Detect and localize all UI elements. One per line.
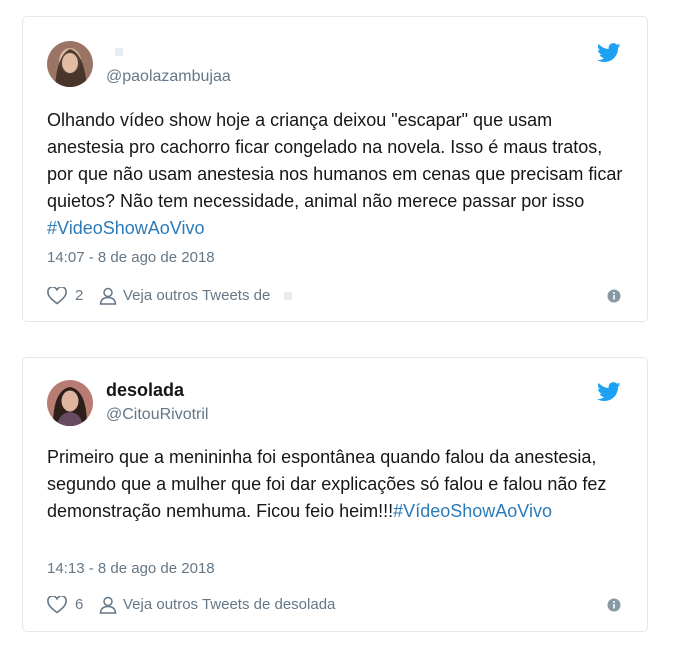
- person-icon[interactable]: [99, 596, 117, 614]
- user-handle[interactable]: @CitouRivotril: [106, 406, 208, 424]
- more-tweets-label: Veja outros Tweets de: [123, 287, 271, 304]
- avatar[interactable]: [47, 380, 93, 426]
- tweet-actions: 6 Veja outros Tweets de desolada: [47, 595, 623, 616]
- avatar[interactable]: [47, 41, 93, 87]
- user-handle[interactable]: @paolazambujaa: [106, 68, 231, 86]
- more-tweets-label: Veja outros Tweets de: [123, 596, 271, 613]
- tweet-text: Olhando vídeo show hoje a criança deixou…: [47, 107, 627, 242]
- tweet-card: desolada @CitouRivotril Primeiro que a m…: [22, 357, 648, 632]
- more-tweets-link[interactable]: Veja outros Tweets de: [123, 287, 293, 304]
- tweet-text: Primeiro que a menininha foi espontânea …: [47, 444, 627, 525]
- hashtag-link[interactable]: #VideoShowAoVivo: [47, 218, 204, 238]
- like-count: 6: [75, 596, 84, 613]
- display-name[interactable]: [115, 48, 123, 56]
- hashtag-link[interactable]: #VídeoShowAoVivo: [393, 501, 552, 521]
- more-tweets-link[interactable]: Veja outros Tweets de desolada: [123, 596, 335, 613]
- info-icon[interactable]: [607, 289, 621, 303]
- like-count: 2: [75, 287, 84, 304]
- tweet-card: @paolazambujaa Olhando vídeo show hoje a…: [22, 16, 648, 322]
- timestamp[interactable]: 14:07 - 8 de ago de 2018: [47, 249, 215, 266]
- heart-icon[interactable]: [47, 595, 67, 614]
- more-tweets-name: desolada: [274, 596, 336, 613]
- person-icon[interactable]: [99, 287, 117, 305]
- info-icon[interactable]: [607, 598, 621, 612]
- display-name[interactable]: desolada: [106, 380, 184, 401]
- heart-icon[interactable]: [47, 286, 67, 305]
- twitter-bird-icon[interactable]: [597, 382, 621, 402]
- tweet-actions: 2 Veja outros Tweets de: [47, 286, 623, 307]
- timestamp[interactable]: 14:13 - 8 de ago de 2018: [47, 560, 215, 577]
- twitter-bird-icon[interactable]: [597, 43, 621, 63]
- tweet-body: Olhando vídeo show hoje a criança deixou…: [47, 110, 623, 211]
- more-tweets-name: [284, 292, 293, 301]
